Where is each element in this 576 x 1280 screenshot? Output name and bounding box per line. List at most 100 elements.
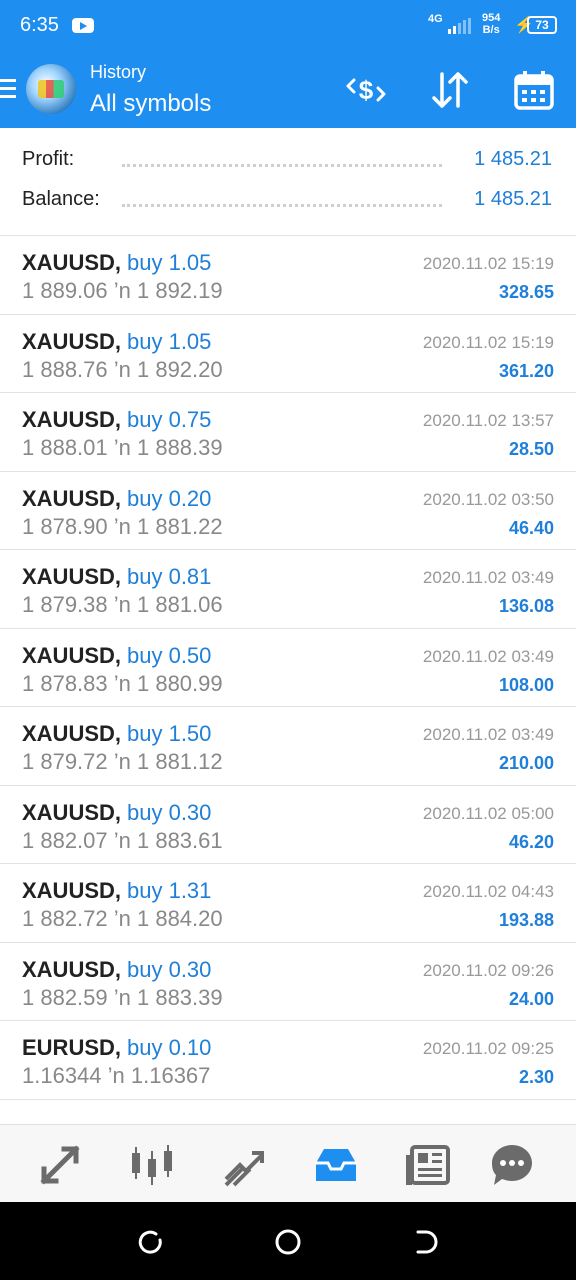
deal-row[interactable]: XAUUSD, buy 0.30 1 882.59 ’n 1 883.39 2020.… (0, 943, 576, 1021)
network-speed: 954 B/s (482, 12, 500, 36)
signal-icon (448, 18, 471, 34)
deal-type: buy 0.81 (127, 564, 212, 589)
deal-symbol: XAUUSD, (22, 956, 122, 982)
trade-icon[interactable] (220, 1141, 268, 1189)
summary-panel: Profit: 1 485.21 Balance: 1 485.21 (0, 128, 576, 236)
deal-profit: 108.00 (498, 674, 554, 695)
deal-profit: 24.00 (508, 988, 554, 1009)
profit-row: Profit: 1 485.21 (22, 148, 552, 178)
balance-row: Balance: 1 485.21 (22, 188, 552, 218)
deal-date: 2020.11.02 15:19 (422, 254, 554, 273)
svg-text:$: $ (359, 75, 374, 105)
deal-profit: 46.20 (508, 831, 554, 852)
deal-date: 2020.11.02 03:49 (422, 646, 554, 666)
deal-prices: 1 879.38 ’n 1 881.06 (22, 592, 223, 617)
deal-type: buy 0.10 (127, 1035, 212, 1060)
deal-prices: 1 878.90 ’n 1 881.22 (22, 513, 223, 539)
deal-symbol: XAUUSD, (22, 407, 122, 432)
deal-prices: 1.16344 ’n 1.16367 (22, 1063, 211, 1088)
dotted-leader (122, 204, 442, 207)
dotted-leader (122, 164, 442, 167)
deal-row[interactable]: XAUUSD, buy 1.31 1 882.72 ’n 1 884.20 2020.… (0, 864, 576, 943)
deal-date: 2020.11.02 05:00 (422, 803, 554, 823)
deal-row[interactable]: EURUSD, buy 0.10 1.16344 ’n 1.16367 2020.11… (0, 1021, 576, 1100)
deal-profit: 46.40 (508, 517, 554, 538)
balance-value: 1 485.21 (474, 188, 552, 210)
deal-profit: 210.00 (498, 753, 554, 773)
deal-prices: 1 878.83 ’n 1 880.99 (22, 670, 223, 696)
deal-profit: 2.30 (518, 1067, 554, 1087)
deal-symbol: XAUUSD, (22, 642, 122, 668)
battery-icon: 73 (527, 16, 557, 34)
deal-type: buy 1.31 (127, 878, 212, 903)
header-title[interactable]: All symbols (90, 90, 211, 118)
deal-date: 2020.11.02 15:19 (422, 332, 554, 352)
deal-type: buy 0.50 (127, 642, 212, 668)
deal-row[interactable]: XAUUSD, buy 1.05 1 889.06 ’n 1 892.19 2020.… (0, 236, 576, 315)
deal-date: 2020.11.02 03:49 (422, 725, 554, 744)
deal-symbol: XAUUSD, (22, 485, 122, 511)
bottom-navigation (0, 1124, 576, 1202)
status-bar: 6:35 4G 954 B/s ⚡ 73 (0, 0, 576, 52)
news-icon[interactable] (404, 1141, 452, 1189)
deal-date: 2020.11.02 09:26 (422, 960, 554, 980)
status-time: 6:35 (20, 14, 59, 36)
deal-type: buy 0.30 (127, 956, 212, 982)
header-subtitle: History (90, 62, 147, 82)
profit-value: 1 485.21 (474, 148, 552, 170)
deal-profit: 193.88 (498, 910, 554, 930)
deal-symbol: XAUUSD, (22, 564, 122, 589)
deposit-dollar-icon[interactable]: $ (344, 68, 388, 112)
deal-date: 2020.11.02 09:25 (422, 1039, 554, 1058)
deal-type: buy 0.20 (127, 485, 212, 511)
deal-row[interactable]: XAUUSD, buy 1.05 1 888.76 ’n 1 892.20 2020.… (0, 315, 576, 393)
quotes-icon[interactable] (36, 1141, 84, 1189)
home-icon[interactable] (274, 1228, 302, 1256)
deal-prices: 1 889.06 ’n 1 892.19 (22, 278, 223, 303)
deal-symbol: XAUUSD, (22, 250, 122, 275)
deal-row[interactable]: XAUUSD, buy 0.20 1 878.90 ’n 1 881.22 2020.… (0, 472, 576, 550)
calendar-icon[interactable] (512, 68, 556, 112)
youtube-icon (72, 18, 94, 33)
deal-date: 2020.11.02 03:49 (422, 568, 554, 587)
deal-profit: 28.50 (508, 439, 554, 459)
messages-icon[interactable] (488, 1141, 536, 1189)
deal-symbol: XAUUSD, (22, 878, 122, 903)
deal-row[interactable]: XAUUSD, buy 0.30 1 882.07 ’n 1 883.61 2020.… (0, 786, 576, 864)
deal-symbol: XAUUSD, (22, 721, 122, 746)
balance-label: Balance: (22, 188, 100, 210)
deals-list: XAUUSD, buy 1.05 1 889.06 ’n 1 892.19 2020.… (0, 236, 576, 1100)
deal-prices: 1 888.76 ’n 1 892.20 (22, 356, 223, 382)
speed-unit: B/s (482, 24, 500, 36)
deal-row[interactable]: XAUUSD, buy 0.75 1 888.01 ’n 1 888.39 2020.… (0, 393, 576, 472)
deal-row[interactable]: XAUUSD, buy 0.50 1 878.83 ’n 1 880.99 2020.… (0, 629, 576, 707)
profit-label: Profit: (22, 148, 75, 170)
deal-prices: 1 882.07 ’n 1 883.61 (22, 827, 223, 853)
deal-date: 2020.11.02 04:43 (422, 882, 554, 901)
recent-apps-icon[interactable] (136, 1228, 164, 1256)
deal-date: 2020.11.02 03:50 (422, 489, 554, 509)
app-header: History All symbols $ (0, 52, 576, 128)
deal-profit: 361.20 (498, 360, 554, 381)
sort-icon[interactable] (428, 68, 472, 112)
deal-row[interactable]: XAUUSD, buy 0.81 1 879.38 ’n 1 881.06 2020.… (0, 550, 576, 629)
deal-prices: 1 888.01 ’n 1 888.39 (22, 435, 223, 460)
deal-type: buy 1.50 (127, 721, 212, 746)
history-icon[interactable] (312, 1141, 360, 1189)
deal-type: buy 0.75 (127, 407, 212, 432)
speed-value: 954 (482, 12, 501, 24)
deal-profit: 136.08 (498, 596, 554, 616)
deal-type: buy 1.05 (127, 250, 212, 275)
deal-type: buy 1.05 (127, 328, 212, 354)
chart-icon[interactable] (128, 1141, 176, 1189)
deal-symbol: XAUUSD, (22, 328, 122, 354)
system-navigation-bar (0, 1202, 576, 1280)
menu-icon[interactable] (0, 79, 16, 99)
deal-date: 2020.11.02 13:57 (422, 411, 554, 430)
deal-row[interactable]: XAUUSD, buy 1.50 1 879.72 ’n 1 881.12 2020.… (0, 707, 576, 786)
deal-symbol: EURUSD, (22, 1035, 122, 1060)
deal-prices: 1 882.59 ’n 1 883.39 (22, 984, 223, 1010)
back-icon[interactable] (412, 1228, 440, 1256)
deal-prices: 1 882.72 ’n 1 884.20 (22, 906, 223, 931)
app-logo[interactable] (26, 64, 76, 114)
